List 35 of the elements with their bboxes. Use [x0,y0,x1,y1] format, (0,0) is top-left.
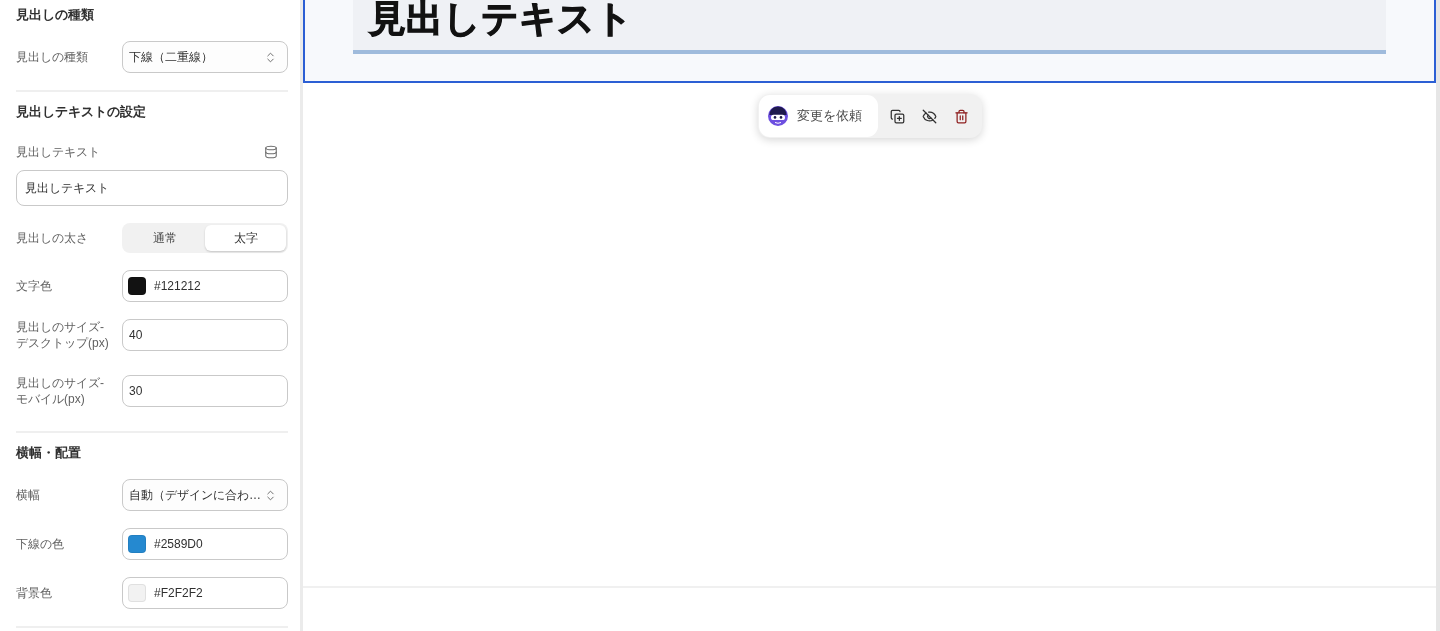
selected-block[interactable]: 見出しテキスト [303,0,1436,83]
field-label: 見出しの太さ [16,230,89,246]
mascot-avatar-icon [767,106,788,126]
field-label: 見出しのサイズ- モバイル(px) [16,375,105,407]
field-label: 見出しテキスト [16,144,100,160]
chevrons-up-down-icon [264,50,277,64]
select-field[interactable]: 自動（デザインに合わ… [122,479,288,511]
field-label: 下線の色 [16,536,65,552]
color-input-field[interactable]: #2589D0 [122,528,288,560]
color-swatch-icon[interactable] [128,535,146,553]
select-field[interactable]: 下線（二重線） [122,41,288,73]
heading-text: 見出しテキスト [369,0,633,37]
field-label: 横幅 [16,487,41,503]
field-label: 文字色 [16,278,53,294]
section-heading: 見出しテキストの設定 [16,103,147,121]
section-heading: 横幅・配置 [16,444,82,462]
color-swatch-icon[interactable] [128,277,146,295]
field-label: 見出しの種類 [16,49,89,65]
section-heading: 見出しの種類 [16,6,95,24]
field-label: 背景色 [16,585,53,601]
color-input-field[interactable]: #121212 [122,270,288,302]
number-input-field[interactable]: 30 [122,375,288,407]
color-input-field[interactable]: #F2F2F2 [122,577,288,609]
request-changes-button[interactable]: 変更を依頼 [758,95,878,137]
color-swatch-icon[interactable] [128,584,146,602]
field-label: 見出しのサイズ- デスクトップ(px) [16,319,110,351]
number-input-field[interactable]: 40 [122,319,288,351]
text-input-field[interactable]: 見出しテキスト [16,170,288,206]
trash-icon [954,108,969,124]
eye-off-icon [922,108,937,124]
toggle-option[interactable]: 太字 [205,225,286,251]
toggle-option[interactable]: 通常 [124,225,205,251]
copy-plus-icon [890,108,905,124]
chevrons-up-down-icon [264,488,277,502]
database-icon[interactable] [264,145,278,159]
